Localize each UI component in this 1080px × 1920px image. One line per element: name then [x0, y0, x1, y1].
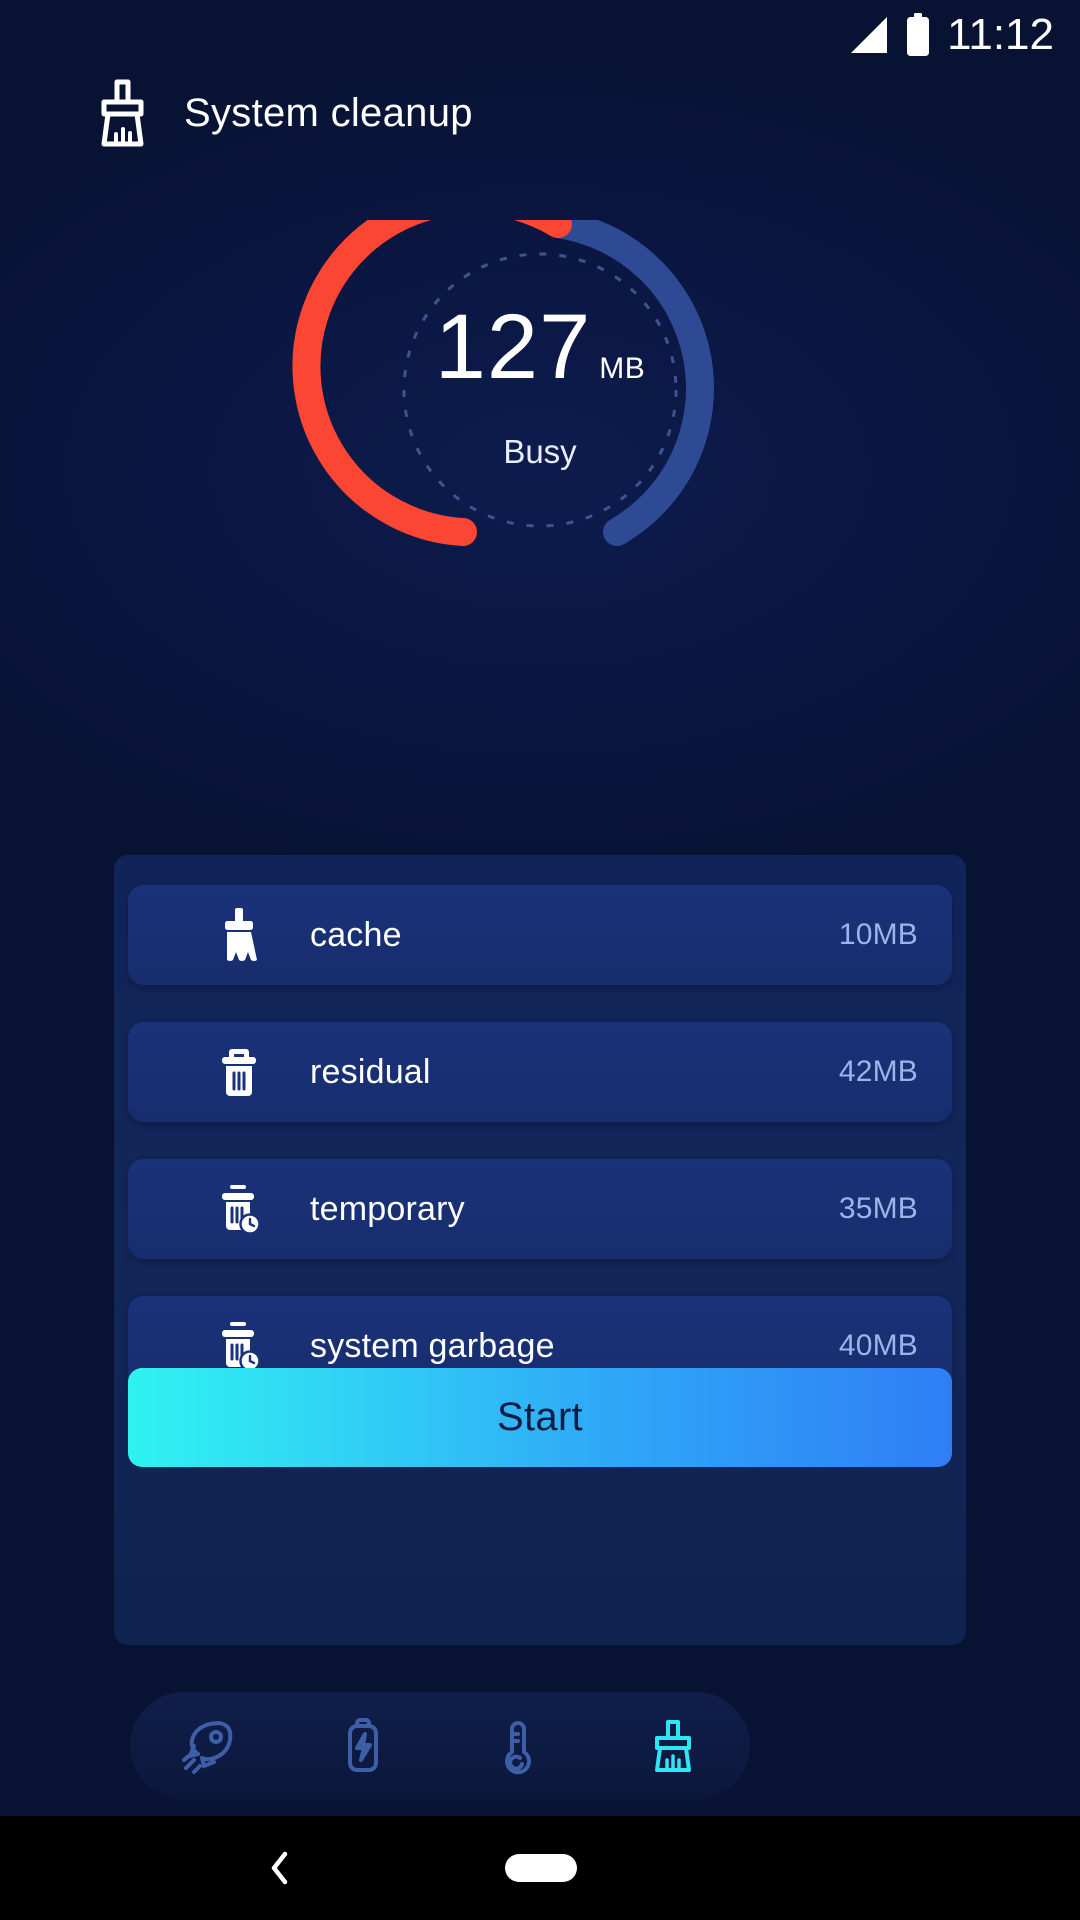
- bottom-tab-bar: [130, 1692, 750, 1800]
- storage-gauge: 127 MB Busy: [232, 220, 848, 560]
- phone-screen: 11:12 System cleanup 127 MB Busy cache 1…: [0, 0, 1080, 1920]
- status-bar: 11:12: [0, 0, 1080, 70]
- broom-icon: [212, 906, 266, 964]
- item-size: 35MB: [838, 1192, 918, 1225]
- gauge-dashed-ring: [402, 252, 678, 528]
- table-row[interactable]: temporary 35MB: [128, 1159, 952, 1259]
- nav-back-button[interactable]: [255, 1844, 303, 1892]
- table-row[interactable]: residual 42MB: [128, 1022, 952, 1122]
- gauge-arc-graphic: [292, 220, 714, 546]
- table-row[interactable]: cache 10MB: [128, 885, 952, 985]
- broom-icon: [101, 79, 144, 147]
- tab-cleanup[interactable]: [625, 1698, 721, 1794]
- battery-bolt-icon: [347, 1718, 378, 1772]
- status-bar-clock: 11:12: [947, 10, 1054, 59]
- item-label: system garbage: [310, 1326, 555, 1365]
- app-header: System cleanup: [92, 78, 473, 148]
- signal-triangle-icon: [851, 17, 888, 53]
- start-button[interactable]: Start: [128, 1368, 952, 1467]
- item-size: 40MB: [838, 1329, 918, 1362]
- trash-clock-icon: [212, 1180, 266, 1238]
- cleanup-card: cache 10MB residual 42MB temporary 35MB …: [114, 855, 966, 1645]
- item-label: residual: [310, 1052, 431, 1091]
- tab-battery[interactable]: [315, 1698, 411, 1794]
- item-size: 10MB: [838, 918, 918, 951]
- page-title: System cleanup: [184, 90, 473, 135]
- trash-icon: [212, 1043, 266, 1101]
- item-label: cache: [310, 915, 402, 954]
- broom-icon: [654, 1720, 691, 1772]
- item-size: 42MB: [838, 1055, 918, 1088]
- tab-temperature[interactable]: [470, 1698, 566, 1794]
- rocket-icon: [181, 1721, 232, 1774]
- gauge-track-arc: [544, 220, 714, 546]
- cleanup-item-list: cache 10MB residual 42MB temporary 35MB …: [128, 885, 952, 1433]
- thermometer-icon: [504, 1721, 531, 1775]
- item-label: temporary: [310, 1189, 465, 1228]
- android-navigation-bar: [0, 1816, 1080, 1920]
- nav-home-pill[interactable]: [505, 1854, 577, 1882]
- battery-full-icon: [907, 13, 930, 56]
- gauge-progress-arc: [292, 220, 572, 546]
- chevron-left-icon: [271, 1851, 288, 1885]
- trash-clock-icon: [212, 1317, 266, 1375]
- tab-boost[interactable]: [160, 1698, 256, 1794]
